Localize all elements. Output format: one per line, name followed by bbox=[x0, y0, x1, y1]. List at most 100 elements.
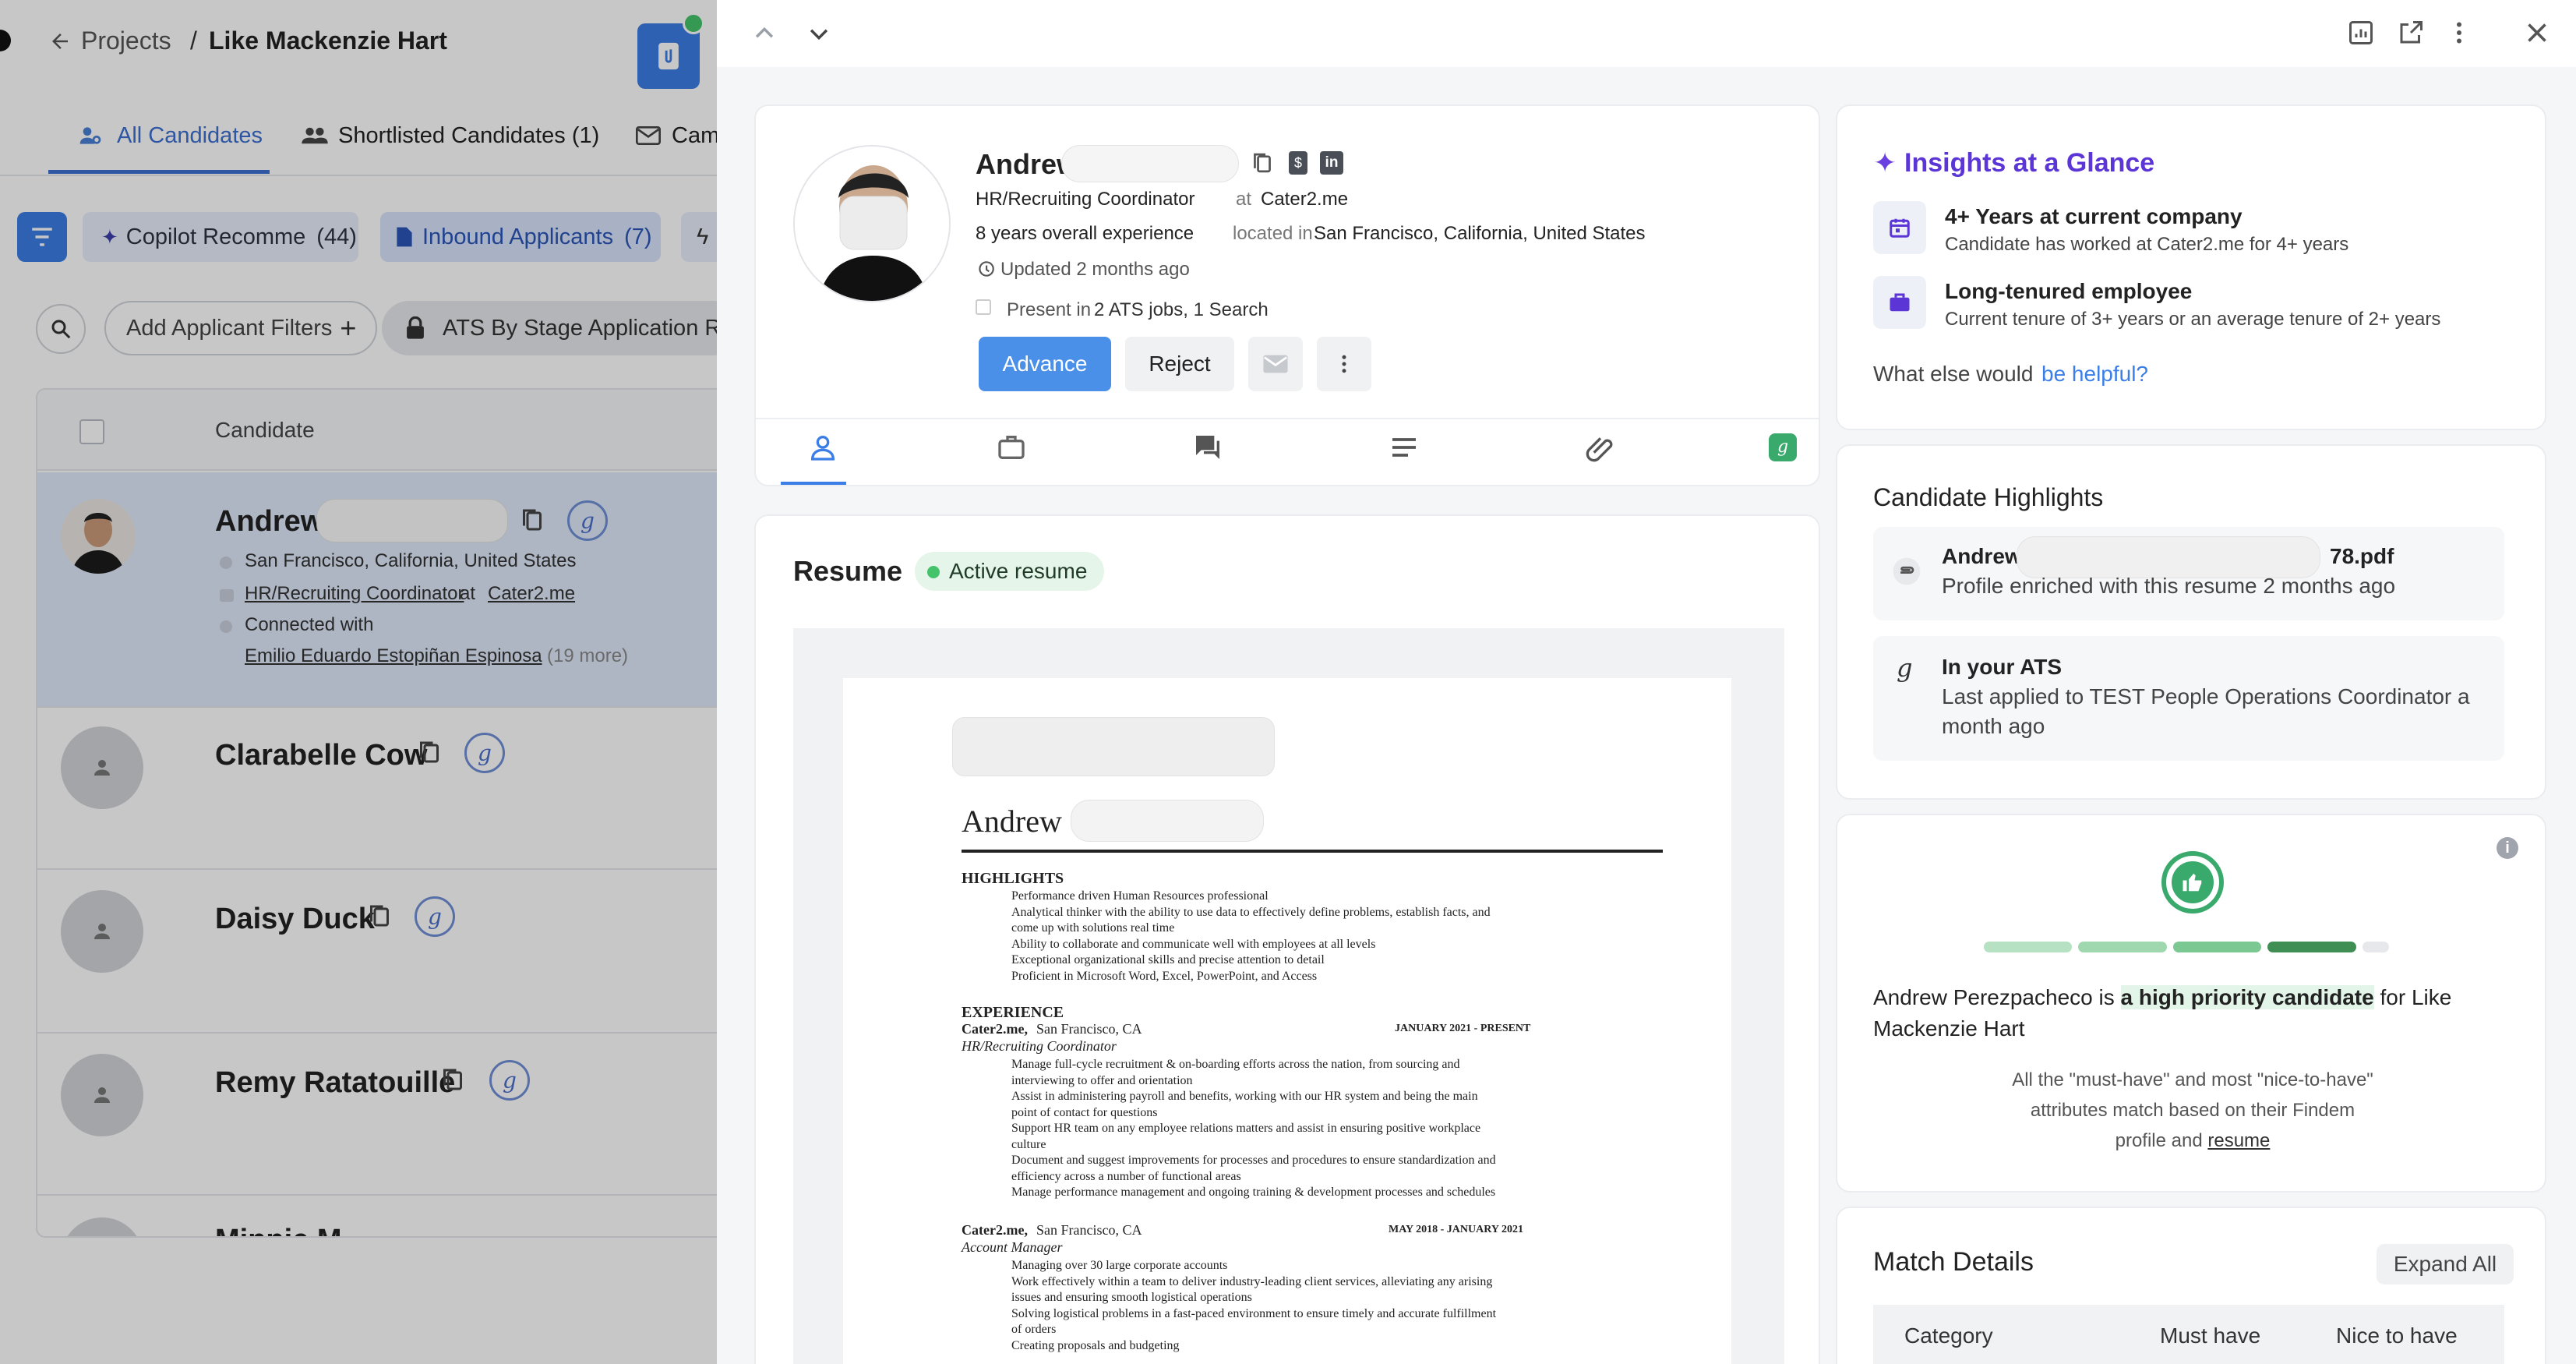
plus-icon: + bbox=[340, 312, 357, 344]
copy-icon[interactable] bbox=[520, 507, 544, 533]
email-button[interactable] bbox=[1248, 337, 1303, 391]
ats-icon[interactable]: g bbox=[464, 733, 505, 773]
present-in-detail[interactable]: 2 ATS jobs, 1 Search bbox=[1094, 299, 1269, 321]
tab-notes-icon[interactable] bbox=[1389, 432, 1420, 463]
report-icon[interactable] bbox=[2347, 19, 2375, 47]
active-resume-badge: Active resume bbox=[915, 552, 1105, 591]
resume-file-icon[interactable]: $ bbox=[1289, 151, 1307, 175]
candidate-name[interactable]: Andrew bbox=[215, 505, 323, 539]
doc-line: Manage full-cycle recruitment & on-board… bbox=[1011, 1058, 1460, 1071]
candidate-name[interactable]: Clarabelle Cow bbox=[215, 739, 427, 772]
insight-desc: Candidate has worked at Cater2.me for 4+… bbox=[1945, 234, 2349, 255]
chevron-up-icon[interactable] bbox=[751, 20, 778, 47]
select-all-checkbox[interactable] bbox=[79, 419, 104, 444]
insight-title: 4+ Years at current company bbox=[1945, 204, 2243, 228]
copy-icon[interactable] bbox=[368, 903, 391, 929]
copy-icon[interactable] bbox=[418, 739, 441, 765]
row-divider bbox=[37, 1032, 717, 1034]
profile-location: San Francisco, California, United States bbox=[1314, 223, 1646, 244]
doc-line: issues and ensuring smooth logistical op… bbox=[1011, 1291, 1252, 1304]
bolt-icon: ϟ bbox=[697, 224, 709, 249]
tab-shortlisted[interactable]: Shortlisted Candidates (1) bbox=[338, 123, 599, 149]
tab-campaigns[interactable]: Cam bbox=[672, 123, 717, 149]
candidate-company[interactable]: Cater2.me bbox=[488, 583, 575, 605]
tab-messages-icon[interactable] bbox=[1192, 432, 1223, 463]
tab-experience-icon[interactable] bbox=[996, 432, 1027, 463]
chevron-down-icon[interactable] bbox=[806, 20, 832, 47]
linkedin-icon[interactable]: in bbox=[1320, 151, 1343, 175]
candidate-title[interactable]: HR/Recruiting Coordinator bbox=[245, 583, 464, 605]
ats-icon[interactable]: g bbox=[489, 1060, 530, 1101]
advance-button[interactable]: Advance bbox=[979, 337, 1111, 391]
ats-stage-filter[interactable]: ATS By Stage Application Re bbox=[382, 301, 717, 355]
present-in-icon bbox=[976, 299, 991, 315]
filter-toggle-button[interactable] bbox=[17, 212, 67, 262]
doc-job1-place: San Francisco, CA bbox=[1036, 1021, 1142, 1037]
resume-heading: Resume bbox=[793, 555, 903, 587]
profile-card: Andrew $ in HR/Recruiting Coordinator at… bbox=[754, 104, 1820, 486]
candidate-highlights-card: Candidate Highlights Andrew_ 78.pdf Prof… bbox=[1836, 444, 2546, 800]
close-icon[interactable] bbox=[2523, 19, 2551, 47]
connected-more[interactable]: (19 more) bbox=[547, 645, 628, 667]
tabs-divider bbox=[0, 175, 717, 176]
avatar bbox=[61, 1217, 143, 1236]
candidate-drawer: Andrew $ in HR/Recruiting Coordinator at… bbox=[717, 0, 2576, 1364]
doc-experience-heading: EXPERIENCE bbox=[962, 1004, 1064, 1021]
breadcrumb-separator: / bbox=[190, 27, 197, 55]
tab-attachments-icon[interactable] bbox=[1585, 432, 1616, 463]
copy-icon[interactable] bbox=[441, 1066, 464, 1093]
search-button[interactable] bbox=[36, 304, 86, 354]
doc-job1-company: Cater2.me, bbox=[962, 1021, 1028, 1037]
score-segment bbox=[2078, 942, 2167, 952]
active-tab-indicator bbox=[48, 170, 270, 174]
row-divider bbox=[37, 706, 717, 708]
copilot-recommended-chip[interactable]: ✦ Copilot Recomme (44) bbox=[83, 212, 358, 262]
priority-project: Mackenzie Hart bbox=[1873, 1016, 2025, 1041]
open-external-icon[interactable] bbox=[2397, 19, 2425, 47]
tab-profile-icon[interactable] bbox=[807, 432, 838, 463]
connection-icon bbox=[220, 620, 232, 633]
row-divider bbox=[37, 1194, 717, 1196]
candidate-name[interactable]: Daisy Duck bbox=[215, 903, 375, 936]
resume-highlight[interactable]: Andrew_ 78.pdf Profile enriched with thi… bbox=[1873, 527, 2504, 620]
copy-icon[interactable] bbox=[1251, 151, 1273, 175]
expand-all-button[interactable]: Expand All bbox=[2377, 1244, 2514, 1284]
priority-is: is bbox=[2098, 985, 2115, 1009]
doc-highlights: Performance driven Human Resources profe… bbox=[1011, 889, 1491, 984]
redacted-file-name bbox=[2017, 536, 2320, 578]
ats-title: In your ATS bbox=[1942, 655, 2062, 679]
more-chip[interactable]: ϟ bbox=[681, 212, 717, 262]
more-actions-button[interactable] bbox=[1317, 337, 1371, 391]
candidate-name[interactable]: Minnie M bbox=[215, 1224, 342, 1236]
back-arrow-icon[interactable] bbox=[48, 30, 72, 53]
add-applicant-filters-button[interactable]: Add Applicant Filters + bbox=[104, 301, 377, 355]
connected-name[interactable]: Emilio Eduardo Estopiñan Espinosa bbox=[245, 645, 542, 667]
more-vertical-icon[interactable] bbox=[2445, 19, 2473, 47]
reject-button[interactable]: Reject bbox=[1125, 337, 1234, 391]
helpful-link[interactable]: be helpful? bbox=[2041, 362, 2148, 387]
breadcrumb-projects[interactable]: Projects bbox=[81, 27, 171, 55]
resume-link[interactable]: resume bbox=[2207, 1130, 2270, 1151]
doc-job1-lines: Manage full-cycle recruitment & on-board… bbox=[1011, 1057, 1496, 1201]
tab-ats-icon[interactable]: g bbox=[1769, 433, 1797, 461]
insight-desc: Current tenure of 3+ years or an average… bbox=[1945, 309, 2441, 330]
ats-icon[interactable]: g bbox=[415, 896, 455, 937]
match-title: Match Details bbox=[1873, 1247, 2034, 1277]
doc-job2-dates: MAY 2018 - JANUARY 2021 bbox=[1389, 1224, 1523, 1235]
column-nice-to-have: Nice to have bbox=[2336, 1323, 2458, 1348]
person-icon bbox=[94, 924, 110, 939]
profile-updated: Updated 2 months ago bbox=[1000, 259, 1190, 280]
doc-line: Document and suggest improvements for pr… bbox=[1011, 1154, 1496, 1167]
ats-icon[interactable]: g bbox=[567, 500, 608, 541]
inbound-applicants-chip[interactable]: Inbound Applicants (7) bbox=[380, 212, 661, 262]
profile-company[interactable]: Cater2.me bbox=[1261, 189, 1348, 210]
filter-lines-icon bbox=[32, 228, 52, 246]
priority-note: All the "must-have" and most "nice-to-ha… bbox=[1837, 1065, 2545, 1156]
active-dot bbox=[927, 566, 940, 578]
ats-highlight[interactable]: g In your ATS Last applied to TEST Peopl… bbox=[1873, 636, 2504, 761]
info-icon[interactable]: i bbox=[2497, 837, 2518, 859]
candidate-name[interactable]: Remy Ratatouille bbox=[215, 1066, 455, 1100]
page-title: Like Mackenzie Hart bbox=[209, 27, 447, 55]
avatar bbox=[61, 726, 143, 809]
tab-all-candidates[interactable]: All Candidates bbox=[117, 123, 263, 149]
